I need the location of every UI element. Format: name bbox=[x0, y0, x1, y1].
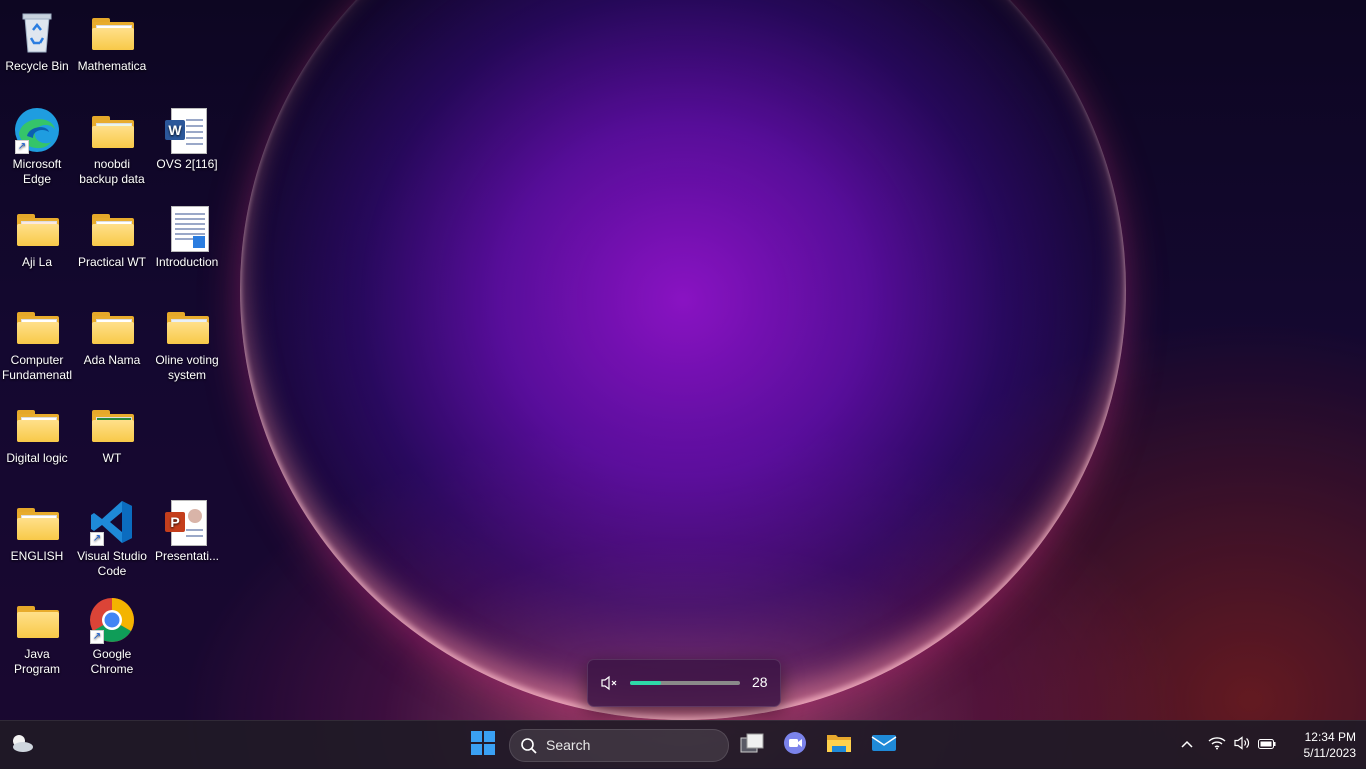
folder-icon bbox=[13, 302, 61, 350]
teams-chat-icon bbox=[783, 731, 807, 760]
chevron-up-icon bbox=[1180, 736, 1194, 754]
shortcut-arrow-icon: ↗ bbox=[90, 630, 104, 644]
speaker-icon bbox=[1234, 735, 1250, 755]
word-document-icon: W bbox=[163, 106, 211, 154]
desktop-icon-label: Microsoft Edge bbox=[12, 157, 62, 186]
desktop-icon-ovs[interactable]: W OVS 2[116] bbox=[150, 106, 224, 172]
desktop-icon-label: Introduction bbox=[155, 255, 219, 269]
desktop-icon-introduction[interactable]: Introduction bbox=[150, 204, 224, 270]
file-explorer-icon bbox=[826, 732, 852, 759]
desktop-icon-label: Visual Studio Code bbox=[77, 549, 147, 578]
start-button[interactable] bbox=[467, 729, 499, 761]
start-icon bbox=[471, 730, 495, 760]
desktop-icon-computer-fundamentals[interactable]: Computer Fundamenatl bbox=[0, 302, 74, 383]
desktop-icon-label: Java Program bbox=[13, 647, 60, 676]
desktop-icon-practical-wt[interactable]: Practical WT bbox=[75, 204, 149, 270]
desktop-icon-label: Computer Fundamenatl bbox=[1, 353, 73, 382]
desktop-icon-label: Oline voting system bbox=[155, 353, 219, 382]
weather-cloud-icon bbox=[9, 732, 35, 759]
show-hidden-icons-button[interactable] bbox=[1171, 729, 1203, 761]
search-icon bbox=[520, 737, 538, 758]
volume-value: 28 bbox=[752, 674, 768, 690]
teams-chat-button[interactable] bbox=[779, 729, 811, 761]
clock-time: 12:34 PM bbox=[1304, 730, 1356, 744]
desktop-icon-edge[interactable]: ↗ Microsoft Edge bbox=[0, 106, 74, 187]
desktop-icon-label: noobdi backup data bbox=[79, 157, 145, 186]
desktop-icon-label: Presentati... bbox=[154, 549, 220, 563]
desktop-icon-label: Digital logic bbox=[6, 451, 68, 465]
folder-icon bbox=[13, 204, 61, 252]
powerpoint-document-icon: P bbox=[163, 498, 211, 546]
file-explorer-button[interactable] bbox=[823, 729, 855, 761]
desktop-icon-presentation[interactable]: P Presentati... bbox=[150, 498, 224, 564]
taskbar: Search 12:34 PM 5/11/2023 bbox=[0, 720, 1366, 769]
folder-icon bbox=[88, 8, 136, 56]
taskbar-search-box[interactable]: Search bbox=[509, 729, 729, 762]
clock-date: 5/11/2023 bbox=[1303, 746, 1357, 760]
search-placeholder: Search bbox=[546, 737, 591, 753]
volume-slider-fill bbox=[630, 681, 661, 685]
document-icon bbox=[163, 204, 211, 252]
desktop-icon-wt[interactable]: WT bbox=[75, 400, 149, 466]
desktop-icon-label: OVS 2[116] bbox=[156, 157, 218, 171]
shortcut-arrow-icon: ↗ bbox=[15, 140, 29, 154]
folder-icon bbox=[88, 204, 136, 252]
desktop-icon-recycle-bin[interactable]: Recycle Bin bbox=[0, 8, 74, 74]
folder-icon bbox=[88, 302, 136, 350]
wifi-icon bbox=[1208, 736, 1226, 755]
desktop-icon-online-voting[interactable]: Oline voting system bbox=[150, 302, 224, 383]
weather-widget-button[interactable] bbox=[6, 729, 38, 761]
recycle-bin-icon bbox=[13, 8, 61, 56]
system-tray[interactable] bbox=[1208, 721, 1276, 769]
mail-icon bbox=[871, 733, 897, 758]
folder-icon bbox=[13, 498, 61, 546]
folder-icon bbox=[163, 302, 211, 350]
speaker-muted-icon[interactable] bbox=[600, 675, 618, 696]
chrome-icon: ↗ bbox=[88, 596, 136, 644]
desktop-icon-noobdi[interactable]: noobdi backup data bbox=[75, 106, 149, 187]
vscode-icon: ↗ bbox=[88, 498, 136, 546]
wallpaper-orb bbox=[240, 0, 1126, 720]
desktop-icon-label: ENGLISH bbox=[10, 549, 64, 563]
desktop-icon-english[interactable]: ENGLISH bbox=[0, 498, 74, 564]
desktop-icon-label: Mathematica bbox=[77, 59, 147, 73]
desktop-icon-chrome[interactable]: ↗ Google Chrome bbox=[75, 596, 149, 677]
task-view-icon bbox=[739, 732, 765, 759]
desktop-icon-label: Ada Nama bbox=[83, 353, 141, 367]
desktop-icon-digital-logic[interactable]: Digital logic bbox=[0, 400, 74, 466]
edge-icon: ↗ bbox=[13, 106, 61, 154]
desktop-icon-vscode[interactable]: ↗ Visual Studio Code bbox=[75, 498, 149, 579]
folder-icon bbox=[13, 596, 61, 644]
volume-slider[interactable] bbox=[630, 681, 740, 685]
desktop-icon-java-program[interactable]: Java Program bbox=[0, 596, 74, 677]
desktop-icon-label: Google Chrome bbox=[90, 647, 134, 676]
folder-icon bbox=[13, 400, 61, 448]
desktop-icon-mathematica[interactable]: Mathematica bbox=[75, 8, 149, 74]
desktop-icon-label: Aji La bbox=[21, 255, 53, 269]
desktop-icon-label: Recycle Bin bbox=[5, 59, 69, 73]
taskbar-clock[interactable]: 12:34 PM 5/11/2023 bbox=[1282, 729, 1357, 761]
folder-icon bbox=[88, 400, 136, 448]
desktop-icon-label: Practical WT bbox=[77, 255, 146, 269]
mail-button[interactable] bbox=[868, 729, 900, 761]
desktop-icon-aji-la[interactable]: Aji La bbox=[0, 204, 74, 270]
battery-icon bbox=[1258, 736, 1276, 754]
task-view-button[interactable] bbox=[736, 729, 768, 761]
desktop-icon-label: WT bbox=[102, 451, 122, 465]
desktop-icon-ada-nama[interactable]: Ada Nama bbox=[75, 302, 149, 368]
shortcut-arrow-icon: ↗ bbox=[90, 532, 104, 546]
volume-flyout: 28 bbox=[587, 659, 781, 707]
folder-icon bbox=[88, 106, 136, 154]
